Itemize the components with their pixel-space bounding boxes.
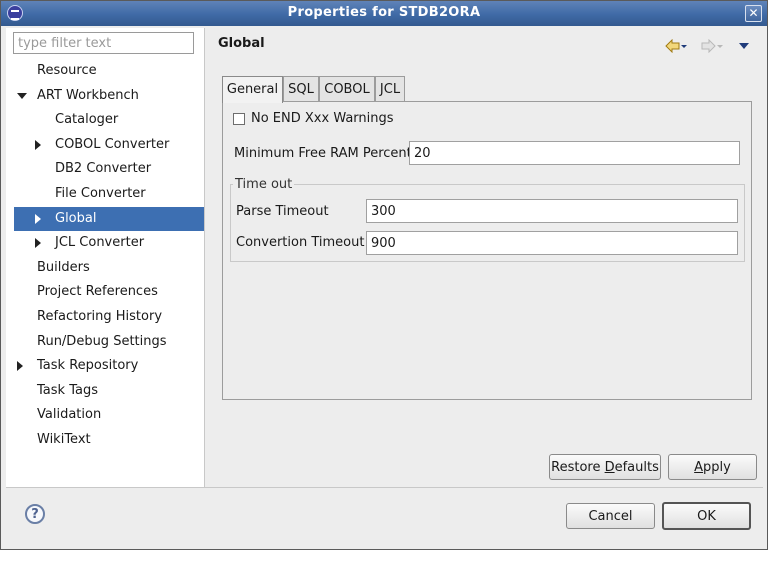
tree-expand-icon[interactable] (35, 238, 45, 249)
min-free-ram-field[interactable] (409, 141, 740, 165)
convertion-timeout-field[interactable] (366, 231, 738, 255)
tree-item-task-tags[interactable]: Task Tags (6, 379, 204, 404)
no-end-warnings-checkbox[interactable] (233, 113, 245, 125)
properties-dialog: Properties for STDB2ORA ✕ Resource ART Wo… (0, 0, 768, 550)
title-bar: Properties for STDB2ORA ✕ (1, 1, 767, 26)
pane-divider[interactable] (204, 28, 205, 487)
tree-item-label: WikiText (37, 431, 91, 447)
cancel-button[interactable]: Cancel (566, 503, 655, 529)
tree-expand-icon[interactable] (35, 213, 45, 224)
back-arrow-icon[interactable] (665, 39, 687, 53)
tree-item-art-workbench[interactable]: ART Workbench (6, 84, 204, 109)
preference-tree: Resource ART Workbench Cataloger COBOL Conv… (6, 59, 204, 453)
tree-item-cobol-converter[interactable]: COBOL Converter (6, 133, 204, 158)
tree-item-builders[interactable]: Builders (6, 256, 204, 281)
tree-item-label: Task Tags (37, 382, 98, 398)
tree-item-label: DB2 Converter (55, 161, 152, 177)
view-menu-icon[interactable] (739, 43, 749, 49)
tree-item-label: Project References (37, 284, 158, 300)
tree-item-resource[interactable]: Resource (6, 59, 204, 84)
filter-input[interactable] (13, 32, 194, 54)
timeout-group-title: Time out (233, 177, 295, 192)
tree-item-label: Refactoring History (37, 308, 163, 324)
button-bar-divider (6, 487, 763, 488)
tree-item-refactoring-history[interactable]: Refactoring History (6, 305, 204, 330)
no-end-warnings-label[interactable]: No END Xxx Warnings (251, 111, 394, 126)
forward-arrow-icon[interactable] (701, 39, 723, 53)
tree-item-label: Validation (37, 407, 102, 423)
convertion-timeout-label: Convertion Timeout (236, 235, 365, 250)
page-title: Global (218, 36, 265, 51)
restore-defaults-button[interactable]: Restore Defaults (549, 454, 661, 480)
tree-item-global[interactable]: Global (14, 206, 204, 232)
tree-item-label: Task Repository (37, 358, 139, 374)
parse-timeout-field[interactable] (366, 199, 738, 223)
tab-sql[interactable]: SQL (283, 76, 319, 102)
tab-jcl[interactable]: JCL (375, 76, 405, 102)
tree-item-db2-converter[interactable]: DB2 Converter (6, 157, 204, 182)
tab-cobol[interactable]: COBOL (319, 76, 375, 102)
ok-button[interactable]: OK (662, 502, 751, 530)
tree-item-label: Run/Debug Settings (37, 333, 167, 349)
parse-timeout-label: Parse Timeout (236, 204, 329, 219)
close-icon[interactable]: ✕ (745, 5, 762, 22)
tree-item-task-repository[interactable]: Task Repository (6, 354, 204, 379)
tree-item-label: JCL Converter (55, 235, 145, 251)
apply-button[interactable]: Apply (668, 454, 757, 480)
window-title: Properties for STDB2ORA (287, 5, 481, 20)
tree-item-file-converter[interactable]: File Converter (6, 182, 204, 207)
help-icon[interactable]: ? (25, 504, 45, 524)
tree-expand-icon[interactable] (35, 139, 45, 150)
tree-item-label: Resource (37, 63, 97, 78)
tree-item-cataloger[interactable]: Cataloger (6, 108, 204, 133)
tree-item-wikitext[interactable]: WikiText (6, 428, 204, 453)
tree-expand-icon[interactable] (17, 361, 27, 372)
tree-item-label: COBOL Converter (55, 136, 170, 152)
tree-item-label: ART Workbench (37, 87, 139, 103)
min-free-ram-label: Minimum Free RAM Percent (234, 146, 412, 161)
preference-tree-pane: Resource ART Workbench Cataloger COBOL Conv… (6, 28, 204, 487)
tree-item-project-references[interactable]: Project References (6, 280, 204, 305)
tree-item-label: Builders (37, 259, 90, 275)
tree-item-label: Global (55, 210, 97, 226)
tree-item-run-debug-settings[interactable]: Run/Debug Settings (6, 330, 204, 355)
tree-item-validation[interactable]: Validation (6, 403, 204, 428)
tree-item-label: File Converter (55, 185, 146, 201)
tree-item-jcl-converter[interactable]: JCL Converter (6, 231, 204, 256)
tree-item-label: Cataloger (55, 112, 119, 128)
tab-general[interactable]: General (222, 76, 283, 103)
tree-collapse-icon[interactable] (17, 91, 27, 101)
